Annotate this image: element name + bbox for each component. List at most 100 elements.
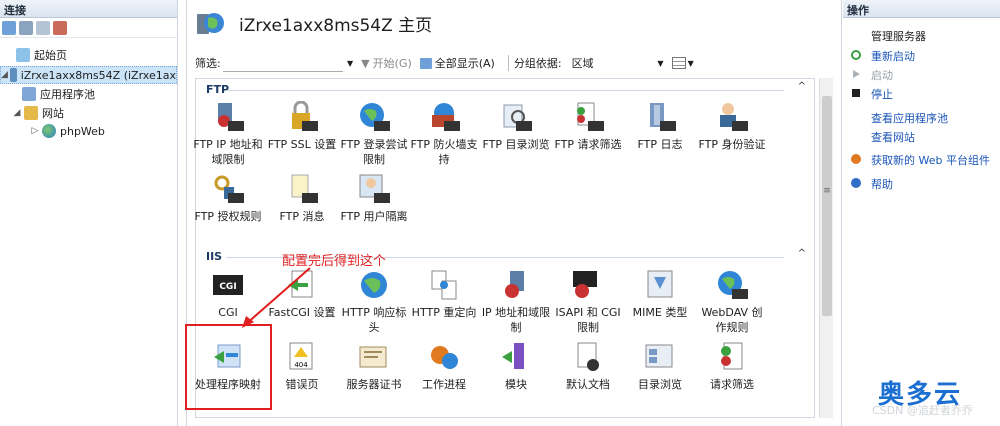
feature-ftp-request-filtering[interactable]: FTP 请求筛选 [552, 101, 624, 152]
connect-icon[interactable] [2, 20, 16, 35]
annotation-arrow [242, 267, 311, 328]
feature-mime-types[interactable]: MIME 类型 [624, 269, 696, 320]
tree-expander[interactable]: ▷ [30, 126, 40, 136]
stop-link[interactable]: 停止 [871, 86, 893, 102]
tree-item-label: 网站 [42, 107, 64, 120]
show-all-icon [419, 57, 432, 69]
server-home-icon [195, 8, 225, 38]
toolbar-divider [507, 55, 509, 71]
feature-directory-browsing[interactable]: 目录浏览 [624, 341, 696, 392]
tree-item-server[interactable]: ◢ iZrxe1axx8ms54Z (iZrxe1ax [0, 66, 177, 84]
feature-error-pages[interactable]: 404 错误页 [266, 341, 338, 392]
directory-browse-icon [644, 341, 676, 373]
save-icon[interactable] [19, 20, 33, 35]
feature-modules[interactable]: 模块 [480, 341, 552, 392]
view-app-pools-link[interactable]: 查看应用程序池 [871, 110, 948, 126]
tree-item-phpweb[interactable]: ▷ phpWeb [30, 122, 105, 140]
vertical-scrollbar[interactable]: ≡ [819, 78, 833, 418]
chevron-down-icon[interactable]: ▼ [347, 59, 353, 68]
tree-item-label: phpWeb [60, 124, 105, 138]
feature-isapi-cgi-restrictions[interactable]: ISAPI 和 CGI 限制 [552, 269, 624, 335]
view-mode-icon[interactable] [671, 57, 686, 69]
connections-pane: 连接 起始页 ◢ iZrxe1axx8ms54Z (iZrxe1ax 应用程序池… [0, 0, 178, 426]
feature-worker-processes[interactable]: 工作进程 [408, 341, 480, 392]
globe-icon [358, 269, 390, 301]
log-icon [644, 101, 676, 133]
chevron-down-icon[interactable]: ▼ [688, 59, 694, 68]
annotation-highlight-box [185, 324, 272, 410]
tree-item-start-page[interactable]: 起始页 [4, 46, 67, 64]
tree-item-label: 起始页 [34, 49, 67, 62]
connections-toolbar [0, 18, 177, 38]
feature-server-certificates[interactable]: 服务器证书 [338, 341, 410, 392]
collapse-group-button[interactable]: ^ [798, 81, 806, 92]
feature-request-filtering[interactable]: 请求筛选 [696, 341, 768, 392]
feature-ftp-authorization[interactable]: FTP 授权规则 [192, 173, 264, 224]
tree-expander[interactable]: ◢ [12, 108, 22, 118]
tree-expander[interactable]: ◢ [1, 70, 8, 80]
chevron-down-icon: ▼ [657, 58, 664, 68]
feature-ftp-ip-restrictions[interactable]: FTP IP 地址和域限制 [192, 101, 264, 167]
view-sites-link[interactable]: 查看网站 [871, 129, 915, 145]
feature-http-response-headers[interactable]: HTTP 响应标头 [338, 269, 410, 335]
key-user-icon [212, 173, 244, 205]
request-filter-icon [572, 101, 604, 133]
feature-webdav[interactable]: WebDAV 创作规则 [696, 269, 768, 335]
scrollbar-grip-icon: ≡ [823, 186, 831, 196]
feature-http-redirect[interactable]: HTTP 重定向 [408, 269, 480, 320]
up-icon[interactable] [36, 20, 50, 35]
page-title: iZrxe1axx8ms54Z 主页 [239, 15, 433, 36]
collapse-group-button[interactable]: ^ [798, 248, 806, 259]
user-lock-icon [716, 101, 748, 133]
certificate-icon [358, 341, 390, 373]
disconnect-icon[interactable] [53, 20, 67, 35]
start-link[interactable]: 启动 [871, 67, 893, 83]
tree-item-sites[interactable]: ◢ 网站 [12, 104, 64, 122]
get-web-platform-link[interactable]: 获取新的 Web 平台组件 [871, 152, 990, 168]
svg-text:404: 404 [294, 361, 308, 369]
lock-icon [286, 100, 318, 133]
title-row: iZrxe1axx8ms54Z 主页 [187, 0, 841, 46]
server-icon [9, 68, 17, 82]
help-link[interactable]: 帮助 [871, 176, 893, 192]
annotation-text: 配置完后得到这个 [282, 254, 387, 269]
watermark-text: CSDN @追赶者乔乔 [872, 404, 973, 417]
sites-folder-icon [24, 106, 38, 120]
feature-ftp-logon-attempt[interactable]: FTP 登录尝试限制 [338, 101, 410, 167]
feature-ftp-authentication[interactable]: FTP 身份验证 [696, 101, 768, 152]
filter-toolbar: 筛选: ▼ ▼ 开始(G) 全部显示(A) 分组依据: 区域 ▼ ▼ [195, 52, 835, 74]
group-by-select[interactable]: 区域 ▼ [568, 54, 668, 72]
directory-browse-icon [500, 101, 532, 133]
start-filter-button[interactable]: ▼ 开始(G) [361, 55, 412, 71]
error-page-icon: 404 [286, 341, 318, 373]
request-filter-icon [716, 341, 748, 373]
group-title-iis: IIS [206, 250, 223, 263]
tree-item-app-pools[interactable]: 应用程序池 [20, 85, 95, 103]
ip-restriction-icon [500, 269, 532, 301]
actions-header: 操作 [843, 0, 1000, 18]
feature-ip-domain-restrictions[interactable]: IP 地址和域限制 [480, 269, 552, 335]
feature-ftp-logging[interactable]: FTP 日志 [624, 101, 696, 152]
feature-ftp-user-isolation[interactable]: FTP 用户隔离 [338, 173, 410, 224]
restart-link[interactable]: 重新启动 [871, 48, 915, 64]
filter-input[interactable] [223, 54, 343, 72]
default-document-icon [572, 341, 604, 373]
feature-ftp-messages[interactable]: FTP 消息 [266, 173, 338, 224]
feature-default-document[interactable]: 默认文档 [552, 341, 624, 392]
funnel-icon: ▼ [361, 56, 370, 70]
group-by-label: 分组依据: [513, 57, 562, 70]
mime-icon [644, 269, 676, 301]
feature-ftp-directory-browsing[interactable]: FTP 目录浏览 [480, 101, 552, 152]
web-platform-icon [851, 154, 861, 164]
svg-text:CGI: CGI [219, 282, 236, 292]
show-all-button[interactable]: 全部显示(A) [419, 55, 495, 71]
feature-ftp-ssl[interactable]: FTP SSL 设置 [266, 100, 338, 152]
scrollbar-thumb[interactable] [822, 96, 832, 316]
iis-manager-window: 连接 起始页 ◢ iZrxe1axx8ms54Z (iZrxe1ax 应用程序池… [0, 0, 1000, 426]
feature-ftp-firewall[interactable]: FTP 防火墙支持 [408, 101, 480, 167]
features-pane: iZrxe1axx8ms54Z 主页 筛选: ▼ ▼ 开始(G) 全部显示(A)… [186, 0, 842, 426]
globe-icon [358, 101, 390, 133]
filter-label: 筛选: [195, 57, 221, 70]
webdav-icon [716, 269, 748, 301]
stop-icon [851, 88, 861, 98]
